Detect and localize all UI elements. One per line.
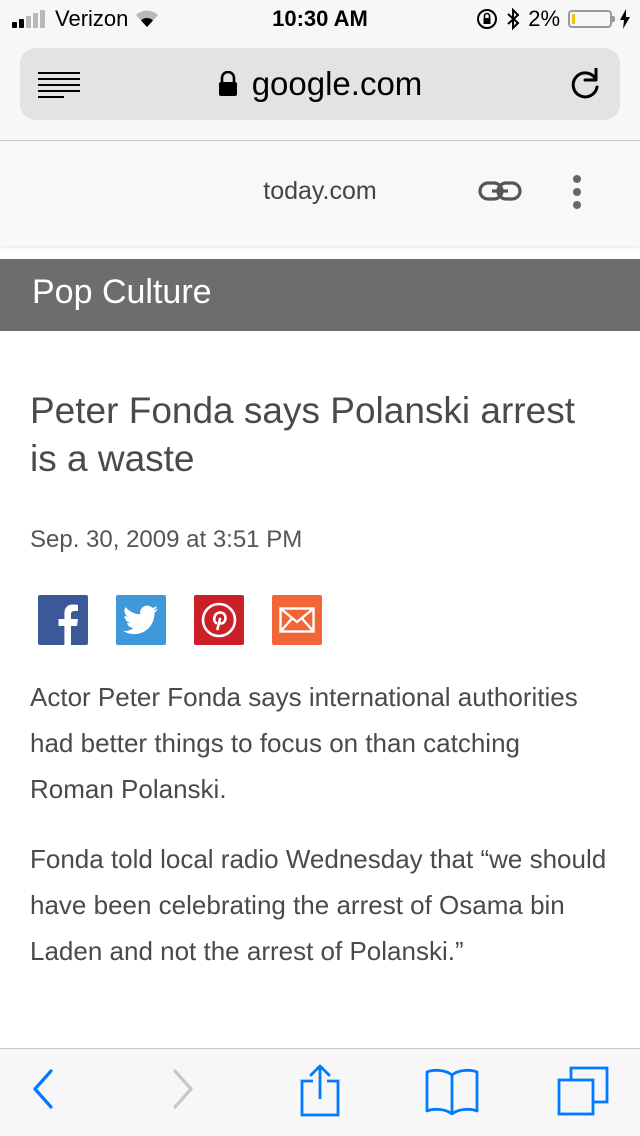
screen: Verizon 10:30 AM 2% google.com today.com… (0, 0, 640, 1136)
twitter-icon (123, 605, 158, 635)
status-bar: Verizon 10:30 AM 2% (0, 0, 640, 40)
bookmarks-icon[interactable] (424, 1067, 480, 1115)
more-options-icon[interactable] (567, 175, 587, 211)
email-share-button[interactable] (272, 595, 322, 645)
share-icon[interactable] (298, 1063, 342, 1119)
article-paragraph: Actor Peter Fonda says international aut… (30, 682, 578, 804)
reload-icon[interactable] (568, 68, 602, 102)
amp-header: today.com (0, 141, 640, 246)
twitter-share-button[interactable] (116, 595, 166, 645)
address-bar[interactable]: google.com (20, 48, 620, 120)
charging-bolt-icon (620, 9, 630, 29)
pinterest-icon (201, 602, 237, 638)
lock-icon (218, 71, 237, 96)
browser-top-bar: google.com (0, 40, 640, 141)
email-icon (279, 607, 315, 633)
article-paragraph: Fonda told local radio Wednesday that “w… (30, 844, 607, 966)
facebook-icon (58, 604, 78, 645)
battery-percent: 2% (528, 6, 560, 31)
bluetooth-icon (507, 8, 520, 30)
status-right: 2% (476, 6, 630, 32)
back-icon[interactable] (30, 1067, 56, 1111)
section-bar: Pop Culture (0, 259, 640, 331)
battery-level (572, 14, 575, 24)
battery-icon (568, 10, 615, 28)
link-icon[interactable] (478, 178, 522, 206)
article-date: Sep. 30, 2009 at 3:51 PM (30, 526, 303, 553)
section-title[interactable]: Pop Culture (32, 273, 212, 312)
orientation-lock-icon (477, 9, 498, 29)
url-display[interactable]: google.com (20, 48, 620, 120)
facebook-share-button[interactable] (38, 595, 88, 645)
forward-icon[interactable] (170, 1067, 196, 1111)
article-headline: Peter Fonda says Polanski arrest is a wa… (30, 390, 575, 479)
amp-domain[interactable]: today.com (0, 177, 640, 206)
pinterest-share-button[interactable] (194, 595, 244, 645)
browser-bottom-toolbar (0, 1048, 640, 1136)
url-text: google.com (251, 65, 423, 102)
tabs-icon[interactable] (556, 1065, 610, 1117)
share-buttons (38, 595, 322, 645)
